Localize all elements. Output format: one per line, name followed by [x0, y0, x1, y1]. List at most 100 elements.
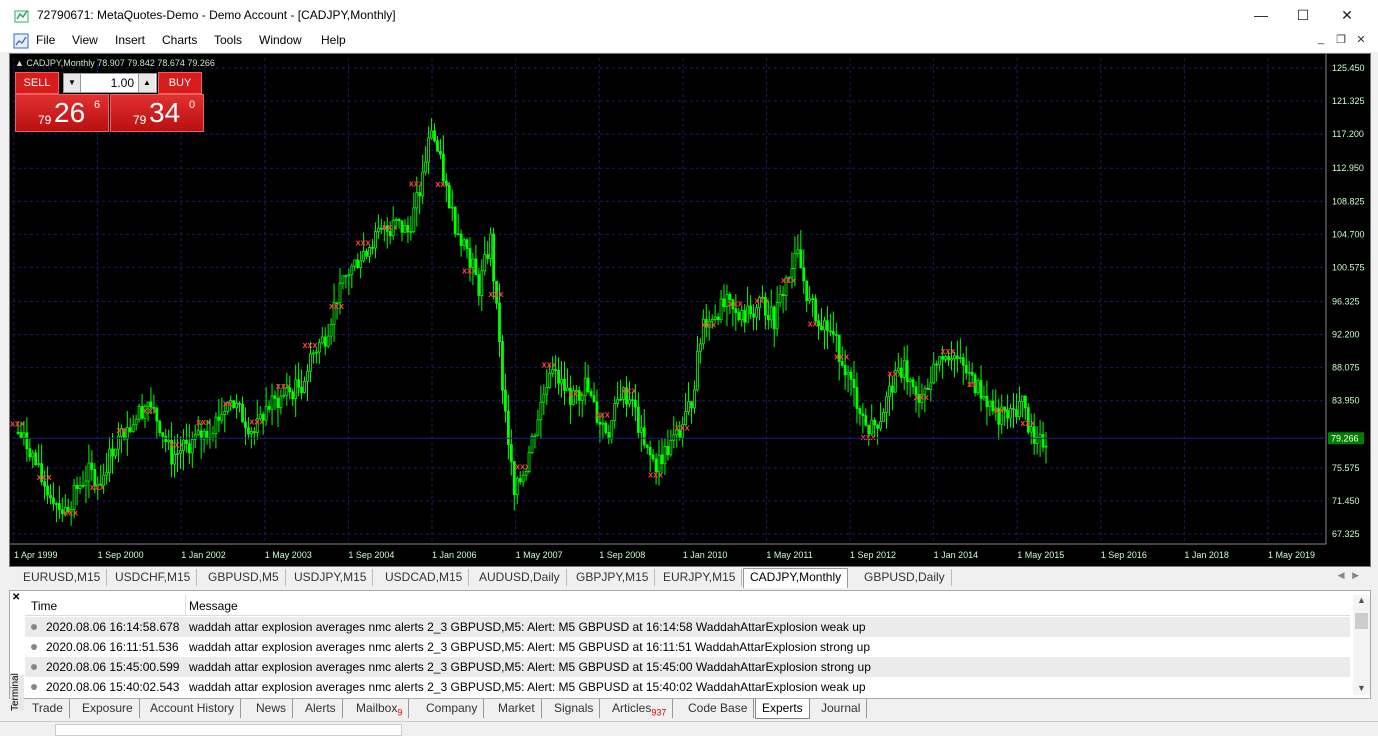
- tab-news[interactable]: News: [250, 699, 294, 718]
- chart-header: ▲ CADJPY,Monthly 78.907 79.842 78.674 79…: [15, 58, 215, 68]
- candle-body: [944, 356, 947, 360]
- sell-price-main: 26: [54, 97, 86, 128]
- tab-alerts[interactable]: Alerts: [299, 699, 343, 718]
- y-tick-label: 100.575: [1332, 262, 1365, 272]
- chart-tab[interactable]: EURJPY,M15: [657, 569, 743, 586]
- chart-window-icon[interactable]: [13, 33, 29, 49]
- x-tick-label: 1 May 2015: [1017, 550, 1064, 560]
- menu-view[interactable]: View: [72, 33, 98, 47]
- candle-body: [743, 310, 747, 323]
- candle-body: [911, 379, 915, 388]
- tab-signals[interactable]: Signals: [548, 699, 601, 718]
- y-tick-label: 108.825: [1332, 196, 1365, 206]
- close-button[interactable]: ✕: [1324, 0, 1370, 31]
- chart-tab-active[interactable]: CADJPY,Monthly: [743, 568, 849, 588]
- status-field: [55, 724, 402, 736]
- tab-mailbox[interactable]: Mailbox9: [350, 699, 410, 718]
- signal-marker: xxx: [63, 508, 78, 518]
- buy-price-main: 34: [149, 97, 181, 128]
- lot-decrease-icon[interactable]: ▼: [64, 74, 81, 92]
- table-row[interactable]: 2020.08.06 16:11:51.536 waddah attar exp…: [25, 637, 1350, 657]
- tab-code-base[interactable]: Code Base: [682, 699, 755, 718]
- sell-button[interactable]: SELL: [15, 72, 59, 94]
- buy-price-box[interactable]: 79 34 0: [110, 94, 204, 132]
- sell-price-prefix: 79: [38, 113, 52, 127]
- buy-button[interactable]: BUY: [158, 72, 202, 94]
- menu-file[interactable]: File: [36, 33, 55, 47]
- candle-body: [55, 503, 58, 505]
- chart-tab[interactable]: AUDUSD,Daily: [473, 569, 567, 586]
- candle-body: [264, 406, 268, 421]
- scroll-up-icon[interactable]: ▲: [1353, 595, 1370, 605]
- candle-body: [834, 333, 838, 336]
- maximize-button[interactable]: ☐: [1280, 0, 1326, 31]
- candle-body: [509, 444, 513, 463]
- candle-body: [690, 401, 693, 409]
- mdi-restore-button[interactable]: ❐: [1334, 33, 1348, 46]
- menu-help[interactable]: Help: [321, 33, 346, 47]
- log-entry-icon: [31, 664, 37, 670]
- chart-tab[interactable]: GBPUSD,M5: [202, 569, 286, 586]
- table-row[interactable]: 2020.08.06 16:14:58.678 waddah attar exp…: [25, 617, 1350, 637]
- column-header-time[interactable]: Time: [31, 599, 57, 613]
- menu-window[interactable]: Window: [259, 33, 302, 47]
- price-chart[interactable]: 125.450 121.325 117.200 112.950 108.825 104.7…: [10, 54, 1370, 566]
- candle-body: [238, 403, 241, 405]
- table-row[interactable]: 2020.08.06 15:40:02.543 waddah attar exp…: [25, 677, 1350, 697]
- tab-market[interactable]: Market: [492, 699, 542, 718]
- candle-body: [291, 391, 295, 399]
- lot-size-field[interactable]: ▼ 1.00 ▲: [63, 73, 157, 93]
- candle-body: [1044, 445, 1048, 448]
- chart-window[interactable]: 125.450 121.325 117.200 112.950 108.825 104.7…: [9, 53, 1371, 567]
- tab-company[interactable]: Company: [420, 699, 485, 718]
- scroll-down-icon[interactable]: ▼: [1353, 683, 1370, 693]
- tab-journal[interactable]: Journal: [815, 699, 868, 718]
- chart-tab[interactable]: EURUSD,M15: [17, 569, 108, 586]
- sell-price-box[interactable]: 79 26 6: [15, 94, 109, 132]
- tab-articles[interactable]: Articles937: [606, 699, 674, 718]
- tab-account-history[interactable]: Account History: [144, 699, 242, 718]
- candle-body: [929, 382, 933, 390]
- terminal-close-icon[interactable]: ✕: [12, 592, 20, 603]
- candle-body: [740, 310, 744, 321]
- candle-body: [190, 438, 194, 454]
- tab-scroll-arrows-icon[interactable]: ◀ ▶: [1338, 570, 1359, 581]
- tab-label: News: [256, 701, 287, 715]
- tab-trade[interactable]: Trade: [26, 699, 70, 718]
- menu-tools[interactable]: Tools: [214, 33, 242, 47]
- candle-body: [539, 401, 543, 421]
- one-click-trading-panel: SELL ▼ 1.00 ▲ BUY 79 26 6 79 34 0: [15, 72, 205, 132]
- candle-body: [696, 350, 699, 391]
- candle-body: [870, 419, 874, 435]
- chart-tab[interactable]: USDCHF,M15: [109, 569, 198, 586]
- menu-insert[interactable]: Insert: [115, 33, 145, 47]
- tab-exposure[interactable]: Exposure: [76, 699, 140, 718]
- chart-tab[interactable]: USDCAD,M15: [379, 569, 470, 586]
- menu-charts[interactable]: Charts: [162, 33, 197, 47]
- buy-price-prefix: 79: [133, 113, 147, 127]
- tab-experts[interactable]: Experts: [755, 699, 810, 719]
- candle-body: [888, 385, 891, 398]
- candle-body: [415, 192, 419, 209]
- candle-body: [400, 220, 404, 233]
- terminal-scrollbar[interactable]: ▲ ▼: [1353, 595, 1370, 695]
- candle-body: [314, 351, 318, 354]
- mdi-minimize-button[interactable]: _: [1314, 33, 1328, 45]
- candle-body: [294, 379, 298, 399]
- signal-marker: xxx: [196, 417, 211, 427]
- mdi-close-button[interactable]: ✕: [1354, 33, 1368, 46]
- chart-tab[interactable]: GBPUSD,Daily: [858, 569, 952, 586]
- scroll-thumb[interactable]: [1355, 613, 1368, 629]
- column-divider[interactable]: [185, 595, 186, 615]
- chart-tab[interactable]: GBPJPY,M15: [570, 569, 656, 586]
- minimize-button[interactable]: —: [1238, 0, 1284, 31]
- table-row[interactable]: 2020.08.06 15:45:00.599 waddah attar exp…: [25, 657, 1350, 677]
- lot-increase-icon[interactable]: ▲: [138, 74, 155, 92]
- candle-body: [300, 386, 303, 393]
- candle-body: [1003, 406, 1007, 411]
- chart-tab[interactable]: USDJPY,M15: [288, 569, 374, 586]
- lot-size-value[interactable]: 1.00: [82, 76, 134, 90]
- candle-body: [394, 218, 398, 221]
- column-header-message[interactable]: Message: [189, 599, 238, 613]
- candle-body: [746, 305, 750, 323]
